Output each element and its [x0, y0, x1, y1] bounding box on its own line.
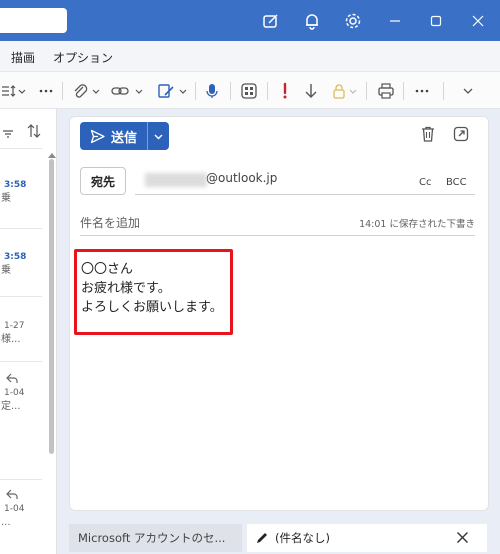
message-list: 3:58 乗 3:58 乗 1-27 様... 1-04 定... 1-04 .… — [0, 109, 57, 554]
scroll-up-arrow[interactable] — [48, 153, 56, 158]
tab-microsoft-account[interactable]: Microsoft アカウントのセ... — [69, 524, 242, 552]
cc-button[interactable]: Cc — [419, 177, 431, 188]
list-item[interactable]: 1-04 ... — [0, 487, 50, 530]
title-bar — [0, 0, 500, 41]
toolbar-divider — [267, 82, 268, 100]
send-options-dropdown[interactable] — [148, 122, 169, 150]
bcc-button[interactable]: BCC — [446, 177, 467, 188]
minimize-icon[interactable] — [384, 10, 406, 32]
send-button-group: 送信 — [80, 122, 169, 150]
reply-icon — [0, 371, 50, 387]
send-icon — [90, 129, 105, 144]
list-divider — [0, 296, 42, 297]
chevron-down-icon — [153, 131, 164, 142]
body-line: お疲れ様です。 — [81, 281, 171, 296]
draft-status: 14:01 に保存された下書き — [359, 219, 475, 230]
formatting-toolbar — [0, 71, 500, 109]
importance-low-icon[interactable] — [302, 80, 320, 102]
body-line: 〇〇さん — [81, 262, 134, 277]
list-item[interactable]: 1-27 様... — [0, 320, 50, 347]
list-divider — [0, 228, 42, 229]
gear-icon[interactable] — [342, 10, 364, 32]
toolbar-divider — [230, 82, 231, 100]
reply-icon — [0, 487, 50, 503]
menu-item-options[interactable]: オプション — [53, 49, 113, 66]
more-icon[interactable] — [414, 80, 430, 102]
to-button[interactable]: 宛先 — [80, 167, 126, 195]
menu-item-draw[interactable]: 描画 — [11, 49, 35, 66]
toolbar-divider — [403, 82, 404, 100]
list-item[interactable]: 3:58 乗 — [0, 251, 50, 278]
bell-icon[interactable] — [301, 10, 323, 32]
message-body[interactable]: 〇〇さん お疲れ様です。 よろしくお願いします。 — [81, 260, 223, 317]
toolbar-divider — [443, 82, 444, 100]
more-icon[interactable] — [38, 80, 54, 102]
list-item[interactable]: 1-04 定... — [0, 371, 50, 414]
body-line: よろしくお願いします。 — [81, 300, 223, 315]
to-field[interactable]: @outlook.jp Cc BCC — [135, 167, 475, 195]
link-icon[interactable] — [110, 80, 148, 102]
list-item-snippet: ... — [1, 517, 11, 528]
close-tab-icon[interactable] — [456, 531, 469, 544]
send-label: 送信 — [110, 130, 137, 146]
tab-label: (件名なし) — [275, 531, 330, 545]
list-header — [0, 117, 57, 147]
tab-draft[interactable]: (件名なし) — [247, 524, 487, 552]
menu-bar: 描画 オプション — [0, 41, 500, 71]
list-item-time: 3:58 — [4, 180, 27, 190]
print-icon[interactable] — [377, 80, 395, 102]
compose-pane: 送信 宛先 @outlook.jp Cc BCC 件名を追加 14:01 に保存… — [69, 116, 489, 511]
paperclip-icon[interactable] — [71, 80, 103, 102]
list-item-time: 3:58 — [4, 252, 27, 262]
redacted-address — [145, 173, 207, 187]
pop-out-icon[interactable] — [452, 125, 470, 147]
pencil-icon — [255, 531, 269, 545]
subject-field[interactable]: 件名を追加 14:01 に保存された下書き — [80, 212, 475, 236]
filter-icon[interactable] — [2, 125, 14, 144]
close-icon[interactable] — [467, 10, 489, 32]
list-item-time: 1-04 — [4, 388, 25, 398]
list-divider — [0, 361, 42, 362]
search-box[interactable] — [0, 8, 67, 33]
compose-icon[interactable] — [260, 10, 282, 32]
importance-high-icon[interactable] — [278, 80, 292, 102]
lock-icon[interactable] — [331, 80, 361, 102]
list-item-snippet: 乗 — [1, 265, 11, 276]
subject-input[interactable]: 件名を追加 — [80, 214, 140, 231]
microphone-icon[interactable] — [204, 80, 220, 102]
toolbar-divider — [62, 82, 63, 100]
format-icon[interactable] — [0, 80, 26, 102]
to-address-domain: @outlook.jp — [206, 171, 278, 185]
list-item-time: 1-27 — [4, 321, 25, 331]
toolbar-divider — [195, 82, 196, 100]
list-divider — [0, 148, 42, 149]
list-item-time: 1-04 — [4, 504, 25, 514]
toolbar-divider — [366, 82, 367, 100]
apps-icon[interactable] — [240, 80, 258, 102]
list-item-snippet: 乗 — [1, 193, 11, 204]
tab-label: Microsoft アカウントのセ... — [78, 531, 226, 545]
tab-bar: Microsoft アカウントのセ... (件名なし) — [57, 520, 500, 554]
list-item[interactable]: 3:58 乗 — [0, 179, 50, 206]
list-item-snippet: 様... — [1, 334, 21, 345]
expand-icon[interactable] — [460, 80, 476, 102]
discard-icon[interactable] — [419, 125, 437, 147]
send-button[interactable]: 送信 — [80, 122, 148, 150]
signature-icon[interactable] — [156, 80, 190, 102]
list-divider — [0, 479, 42, 480]
list-item-snippet: 定... — [1, 401, 21, 412]
sort-icon[interactable] — [26, 123, 42, 143]
maximize-icon[interactable] — [425, 10, 447, 32]
